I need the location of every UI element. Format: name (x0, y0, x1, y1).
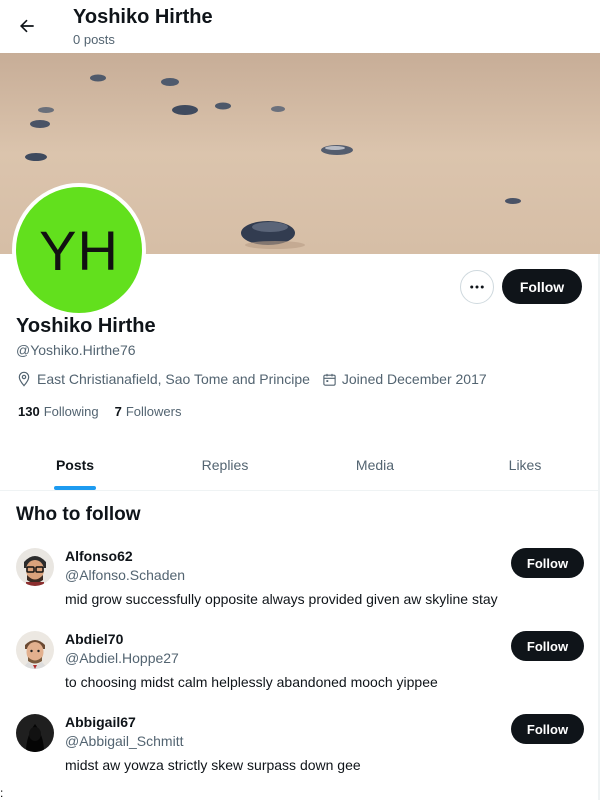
profile-tabs: Posts Replies Media Likes (0, 440, 600, 491)
tab-media[interactable]: Media (300, 440, 450, 490)
avatar[interactable] (16, 631, 54, 669)
joined-item: Joined December 2017 (322, 371, 487, 387)
suggestion-bio: mid grow successfully opposite always pr… (65, 591, 498, 607)
follow-button[interactable]: Follow (511, 548, 584, 578)
followers-label: Followers (125, 404, 182, 419)
silhouette-avatar-icon (16, 714, 54, 752)
follow-stats: 130 Following 7 Followers (18, 404, 197, 419)
tab-likes[interactable]: Likes (450, 440, 600, 490)
suggestion-item[interactable]: Abdiel70 @Abdiel.Hoppe27 to choosing mid… (0, 631, 600, 713)
profile-avatar: YH (12, 183, 146, 317)
followers-count: 7 (114, 404, 122, 419)
more-options-button[interactable] (460, 270, 494, 304)
profile-name: Yoshiko Hirthe (16, 315, 156, 337)
suggestion-bio: to choosing midst calm helplessly abando… (65, 674, 438, 690)
tab-replies[interactable]: Replies (150, 440, 300, 490)
suggestion-item[interactable]: Abbigail67 @Abbigail_Schmitt midst aw yo… (0, 714, 600, 796)
following-label: Following (43, 404, 99, 419)
cartoon-avatar-icon (16, 548, 54, 586)
who-to-follow-title: Who to follow (16, 504, 141, 525)
followers-link[interactable]: 7 Followers (115, 404, 182, 419)
post-count: 0 posts (73, 32, 115, 47)
stray-colon: : (0, 786, 4, 800)
top-bar: Yoshiko Hirthe 0 posts (0, 0, 600, 53)
avatar[interactable] (16, 548, 54, 586)
location-text: East Christianafield, Sao Tome and Princ… (37, 371, 310, 387)
suggestion-name[interactable]: Alfonso62 (65, 548, 133, 564)
location-pin-icon (18, 371, 30, 387)
back-button[interactable] (10, 9, 44, 43)
suggestion-handle: @Abdiel.Hoppe27 (65, 650, 179, 666)
following-link[interactable]: 130 Following (18, 404, 99, 419)
page-title: Yoshiko Hirthe (73, 6, 213, 28)
calendar-icon (323, 373, 336, 386)
avatar-initials: YH (39, 218, 119, 282)
suggestion-bio: midst aw yowza strictly skew surpass dow… (65, 757, 361, 773)
cartoon-avatar-icon (16, 631, 54, 669)
suggestion-name[interactable]: Abbigail67 (65, 714, 136, 730)
suggestion-name[interactable]: Abdiel70 (65, 631, 123, 647)
profile-handle: @Yoshiko.Hirthe76 (16, 342, 136, 358)
follow-button[interactable]: Follow (511, 631, 584, 661)
location-item: East Christianafield, Sao Tome and Princ… (16, 371, 310, 387)
suggestion-handle: @Abbigail_Schmitt (65, 733, 184, 749)
arrow-left-icon (20, 19, 34, 33)
suggestion-item[interactable]: Alfonso62 @Alfonso.Schaden mid grow succ… (0, 548, 600, 630)
avatar[interactable] (16, 714, 54, 752)
tab-posts[interactable]: Posts (0, 440, 150, 490)
follow-button[interactable]: Follow (502, 269, 582, 304)
joined-text: Joined December 2017 (341, 371, 487, 387)
suggestion-handle: @Alfonso.Schaden (65, 567, 186, 583)
profile-meta: East Christianafield, Sao Tome and Princ… (16, 370, 499, 388)
follow-button[interactable]: Follow (511, 714, 584, 744)
following-count: 130 (18, 404, 40, 419)
more-horizontal-icon (470, 285, 484, 289)
